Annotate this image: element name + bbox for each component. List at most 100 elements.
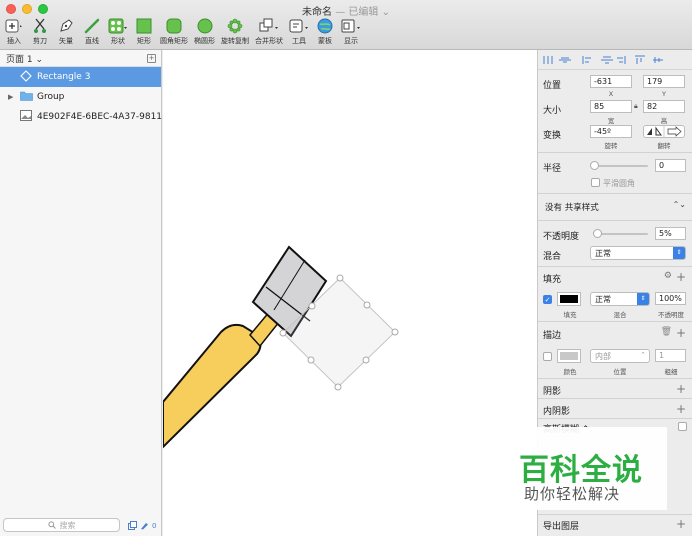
brush-icon[interactable] [140, 521, 149, 530]
add-export-icon[interactable]: + [676, 518, 686, 530]
x-caption: X [608, 90, 614, 98]
disclosure-triangle-icon[interactable]: ▶ [8, 93, 13, 101]
combine-button[interactable]: 合并形状 [255, 17, 283, 46]
export-header: 导出图层 [543, 522, 580, 532]
flip-caption: 翻转 [657, 142, 671, 150]
position-y-input[interactable]: 179 [643, 75, 685, 88]
smooth-corners-checkbox[interactable] [591, 178, 600, 187]
transform-label: 变换 [543, 131, 562, 141]
flip-control[interactable] [643, 125, 685, 138]
border-position-value: 内部 [595, 352, 611, 361]
tools-icon [289, 17, 309, 35]
rotation-caption: 旋转 [604, 142, 618, 150]
add-inner-shadow-icon[interactable]: + [676, 403, 686, 415]
watermark-subtitle: 助你轻松解决 [524, 485, 621, 503]
page-selector[interactable]: 页面 1 ⌄ + [0, 50, 161, 67]
line-button[interactable]: 直线 [82, 17, 102, 46]
rotate-copy-label: 旋转复制 [221, 37, 249, 45]
blend-mode-select[interactable]: 正常 ⇕ [590, 246, 686, 260]
fill-color-well[interactable] [557, 292, 581, 306]
width-input[interactable]: 85 [590, 100, 632, 113]
add-shadow-icon[interactable]: + [676, 383, 686, 395]
border-enabled-checkbox[interactable] [543, 352, 552, 361]
rounded-rect-button[interactable]: 圆角矩形 [160, 17, 188, 46]
border-position-caption: 位置 [613, 368, 627, 376]
divider [538, 514, 692, 515]
search-placeholder: 搜索 [59, 520, 76, 530]
smooth-corners-label: 平滑圆角 [603, 179, 635, 188]
rectangle-icon [134, 17, 154, 35]
plus-icon [4, 17, 24, 35]
fill-blend-caption: 混合 [613, 311, 627, 319]
add-border-icon[interactable]: + [676, 327, 686, 339]
layer-footer-tools: 0 [128, 521, 156, 530]
radius-slider-knob[interactable] [590, 161, 599, 170]
layer-item-image[interactable]: 4E902F4E-6BEC-4A37-9811... [0, 107, 171, 127]
height-input[interactable]: 82 [643, 100, 685, 113]
align-icons[interactable] [543, 55, 673, 65]
shape-button[interactable]: 形状 [108, 17, 128, 46]
insert-button[interactable]: 插入 [4, 17, 24, 46]
artboard-button[interactable]: 蒙板 [315, 17, 335, 46]
border-color-well[interactable] [557, 349, 581, 363]
add-page-icon[interactable]: + [147, 54, 156, 63]
layer-search-input[interactable]: 搜索 [3, 518, 120, 532]
tools-button[interactable]: 工具 [289, 17, 309, 46]
diamond-shape-icon [20, 69, 32, 85]
radius-input[interactable]: 0 [655, 159, 686, 172]
opacity-slider-knob[interactable] [592, 229, 602, 238]
line-label: 直线 [85, 37, 99, 45]
globe-icon [315, 17, 335, 35]
fill-enabled-checkbox[interactable]: ✓ [543, 295, 552, 304]
blur-enabled-checkbox[interactable] [678, 422, 687, 431]
fill-opacity-input[interactable]: 100% [655, 292, 686, 305]
pen-icon [56, 17, 76, 35]
gear-icon[interactable]: ⚙ [664, 271, 672, 281]
border-width-caption: 粗细 [664, 368, 678, 376]
view-icon [341, 17, 361, 35]
inner-shadow-header: 内阴影 [543, 407, 571, 417]
hammer-drawing [163, 245, 399, 449]
layer-count: 0 [152, 521, 157, 530]
view-button[interactable]: 显示 [341, 17, 361, 46]
position-x-input[interactable]: -631 [590, 75, 632, 88]
fill-color-swatch [560, 295, 578, 303]
copy-icon[interactable] [128, 521, 137, 530]
layer-label: 4E902F4E-6BEC-4A37-9811... [37, 112, 171, 122]
window-title: 未命名 — 已编辑 ⌄ [0, 3, 692, 18]
layer-item-group[interactable]: ▶ Group [0, 87, 161, 107]
fill-blend-select[interactable]: 正常 ⇕ [590, 292, 650, 306]
radius-slider[interactable] [593, 165, 648, 167]
oval-icon [195, 17, 215, 35]
rotate-copy-button[interactable]: 旋转复制 [221, 17, 249, 46]
layer-item-rectangle[interactable]: Rectangle 3 [0, 67, 161, 87]
hammer-handle[interactable] [163, 297, 293, 449]
canvas[interactable] [163, 50, 537, 536]
flip-icon [647, 126, 682, 137]
toolbar: 插入 剪刀 矢量 直线 形状 矩形 圆角矩形 椭圆形 旋转复制 合并形状 工具 … [4, 17, 367, 46]
trash-icon[interactable]: 🗑︎ [661, 327, 672, 337]
position-label: 位置 [543, 81, 562, 91]
border-width-input[interactable]: 1 [655, 349, 686, 362]
vector-button[interactable]: 矢量 [56, 17, 76, 46]
combine-label: 合并形状 [255, 37, 283, 45]
divider [538, 321, 692, 322]
width-caption: 宽 [607, 117, 615, 125]
shape-label: 形状 [111, 37, 125, 45]
lock-ratio-icon[interactable]: 🔒︎ [634, 102, 638, 111]
insert-label: 插入 [7, 37, 21, 45]
rotation-input[interactable]: -45º [590, 125, 632, 138]
border-position-select[interactable]: 内部 ⌃ [590, 349, 650, 363]
oval-button[interactable]: 椭圆形 [194, 17, 215, 46]
shadow-header: 阴影 [543, 387, 562, 397]
rectangle-button[interactable]: 矩形 [134, 17, 154, 46]
shared-style-select[interactable]: 没有 共享样式 [545, 201, 599, 213]
border-header: 描边 [543, 331, 562, 341]
scissors-button[interactable]: 剪刀 [30, 17, 50, 46]
opacity-input[interactable]: 5% [655, 227, 686, 240]
add-fill-icon[interactable]: + [676, 271, 686, 283]
chevron-updown-icon[interactable]: ⌃⌄ [673, 200, 686, 209]
folder-icon [20, 90, 33, 104]
page-label: 页面 1 ⌄ [6, 54, 43, 65]
opacity-label: 不透明度 [543, 232, 580, 242]
